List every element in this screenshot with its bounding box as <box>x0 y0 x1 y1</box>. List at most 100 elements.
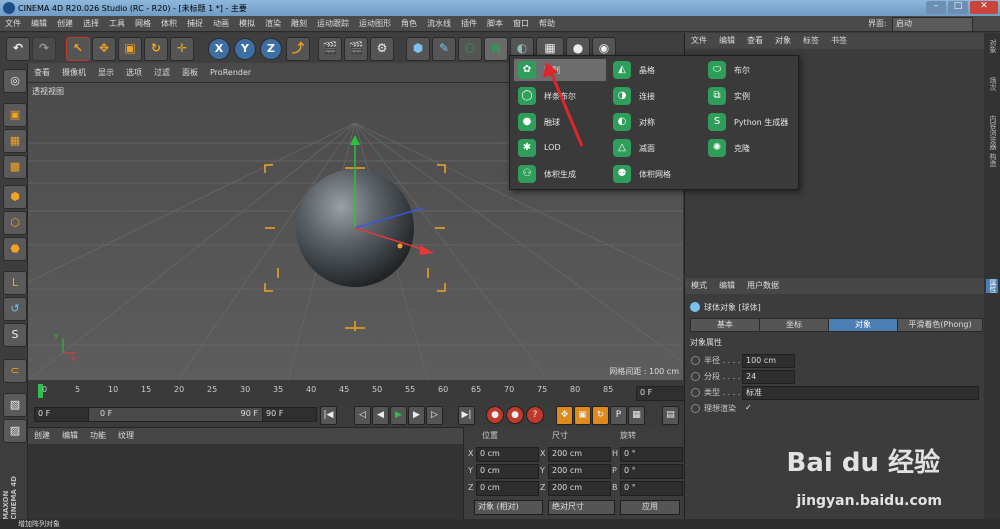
undo-icon[interactable]: ↶ <box>6 37 30 61</box>
prop-value[interactable]: 24 <box>742 370 795 384</box>
attr-menu-item-0[interactable]: 模式 <box>685 278 713 294</box>
menu-item-1[interactable]: 编辑 <box>26 16 52 32</box>
prop-radio-icon[interactable] <box>691 404 700 413</box>
axis-center-handle[interactable] <box>397 243 403 249</box>
viewport-menu-item-2[interactable]: 显示 <box>92 63 120 83</box>
minimize-button[interactable]: – <box>926 1 946 14</box>
menu-item-4[interactable]: 工具 <box>104 16 130 32</box>
viewport-menu-item-4[interactable]: 过滤 <box>148 63 176 83</box>
render-settings-icon[interactable]: ⚙ <box>370 37 394 61</box>
material-menu-item-3[interactable]: 纹理 <box>112 428 140 444</box>
size-field[interactable]: 200 cm <box>548 481 611 496</box>
close-button[interactable]: ✕ <box>970 1 998 14</box>
render-picture-viewer-icon[interactable]: 🎬 <box>344 37 368 61</box>
attr-tab-1[interactable]: 坐标 <box>759 318 829 332</box>
material-menu-item-0[interactable]: 创建 <box>28 428 56 444</box>
frame-range-slider[interactable]: 0 F 90 F <box>88 407 263 422</box>
snap-icon[interactable]: S <box>3 323 27 347</box>
viewport-menu-item-3[interactable]: 选项 <box>120 63 148 83</box>
menu-item-3[interactable]: 选择 <box>78 16 104 32</box>
menu-item-11[interactable]: 雕刻 <box>286 16 312 32</box>
key-position-icon[interactable]: ✥ <box>556 406 573 425</box>
menu-item-18[interactable]: 窗口 <box>508 16 534 32</box>
menu-item-13[interactable]: 运动图形 <box>354 16 396 32</box>
position-field[interactable]: 0 cm <box>476 447 539 462</box>
key-scale-icon[interactable]: ▣ <box>574 406 591 425</box>
x-axis-lock-icon[interactable]: X <box>208 38 230 60</box>
y-axis-lock-icon[interactable]: Y <box>234 38 256 60</box>
goto-end-icon[interactable]: ▶| <box>458 406 475 425</box>
material-menu-item-1[interactable]: 编辑 <box>56 428 84 444</box>
maximize-button[interactable]: □ <box>948 1 968 14</box>
rotation-field[interactable]: 0 ° <box>620 481 683 496</box>
popup-item-7[interactable]: ◐ 对称 <box>609 111 701 133</box>
vertical-tab-2[interactable]: 内容浏览器 <box>986 115 998 150</box>
object-menu-item-2[interactable]: 查看 <box>741 33 769 49</box>
viewport-menu-item-6[interactable]: ProRender <box>204 63 257 83</box>
vertical-tab-1[interactable]: 场次 <box>986 77 998 91</box>
pen-spline-icon[interactable]: ✎ <box>432 37 456 61</box>
goto-start-icon[interactable]: |◀ <box>320 406 337 425</box>
next-frame-icon[interactable]: ▶ <box>408 406 425 425</box>
object-menu-item-5[interactable]: 书签 <box>825 33 853 49</box>
attr-tab-3[interactable]: 平滑着色(Phong) <box>897 318 983 332</box>
menu-item-8[interactable]: 动画 <box>208 16 234 32</box>
material-menu-item-2[interactable]: 功能 <box>84 428 112 444</box>
popup-item-12[interactable]: ⚇ 体积生成 <box>514 163 606 185</box>
autokey-icon[interactable]: ● <box>506 406 524 424</box>
viewport-menu-item-5[interactable]: 面板 <box>176 63 204 83</box>
key-rotation-icon[interactable]: ↻ <box>592 406 609 425</box>
subdivision-icon[interactable]: ⬡ <box>458 37 482 61</box>
rotation-field[interactable]: 0 ° <box>620 464 683 479</box>
render-view-icon[interactable]: 🎬 <box>318 37 342 61</box>
menu-item-2[interactable]: 创建 <box>52 16 78 32</box>
menu-item-9[interactable]: 模拟 <box>234 16 260 32</box>
keyframe-selection-icon[interactable]: ? <box>526 406 544 424</box>
menu-item-7[interactable]: 捕捉 <box>182 16 208 32</box>
make-editable-icon[interactable]: ◎ <box>3 69 27 93</box>
size-field[interactable]: 200 cm <box>548 447 611 462</box>
object-menu-item-4[interactable]: 标签 <box>797 33 825 49</box>
transform-tool-icon[interactable]: ✛ <box>170 37 194 61</box>
popup-item-11[interactable]: ✺ 克隆 <box>704 137 796 159</box>
attr-tab-0[interactable]: 基本 <box>690 318 760 332</box>
coordinate-system-icon[interactable]: ⤴ <box>286 37 310 61</box>
edges-mode-icon[interactable]: ⬡ <box>3 211 27 235</box>
polygons-mode-icon[interactable]: ⬣ <box>3 237 27 261</box>
select-tool-icon[interactable]: ↖ <box>66 37 90 61</box>
layout-select[interactable]: 启动 <box>892 17 973 32</box>
popup-item-4[interactable]: ◑ 连接 <box>609 85 701 107</box>
prop-value[interactable]: 标准 <box>742 386 979 400</box>
prop-value[interactable]: 100 cm <box>742 354 795 368</box>
menu-item-0[interactable]: 文件 <box>0 16 26 32</box>
magnet-icon[interactable]: ⊂ <box>3 359 27 383</box>
prev-frame-icon[interactable]: ◀ <box>372 406 389 425</box>
object-menu-item-0[interactable]: 文件 <box>685 33 713 49</box>
redo-icon[interactable]: ↷ <box>32 37 56 61</box>
attr-tab-2[interactable]: 对象 <box>828 318 898 332</box>
current-frame-field[interactable]: 0 F <box>636 386 685 401</box>
end-frame-field[interactable]: 90 F <box>262 407 317 422</box>
menu-item-15[interactable]: 流水线 <box>422 16 456 32</box>
popup-item-8[interactable]: S Python 生成器 <box>704 111 796 133</box>
coord-mode-select[interactable]: 对象 (相对) <box>474 500 543 515</box>
menu-item-17[interactable]: 脚本 <box>482 16 508 32</box>
axis-mode-icon[interactable]: L <box>3 271 27 295</box>
object-menu-item-1[interactable]: 编辑 <box>713 33 741 49</box>
prop-radio-icon[interactable] <box>691 372 700 381</box>
popup-item-1[interactable]: ◭ 晶格 <box>609 59 701 81</box>
object-menu-item-3[interactable]: 对象 <box>769 33 797 49</box>
rotate-tool-icon[interactable]: ↻ <box>144 37 168 61</box>
position-field[interactable]: 0 cm <box>476 481 539 496</box>
texture-mode-icon[interactable]: ▦ <box>3 129 27 153</box>
vertical-tab-3[interactable]: 构造 <box>986 153 998 167</box>
menu-item-14[interactable]: 角色 <box>396 16 422 32</box>
size-mode-select[interactable]: 绝对尺寸 <box>548 500 615 515</box>
scale-tool-icon[interactable]: ▣ <box>118 37 142 61</box>
attr-menu-item-2[interactable]: 用户数据 <box>741 278 785 294</box>
popup-item-2[interactable]: ⬭ 布尔 <box>704 59 796 81</box>
key-parameter-icon[interactable]: P <box>610 406 627 425</box>
prop-radio-icon[interactable] <box>691 388 700 397</box>
workplane-icon[interactable]: ▩ <box>3 155 27 179</box>
viewport-menu-item-1[interactable]: 摄像机 <box>56 63 92 83</box>
